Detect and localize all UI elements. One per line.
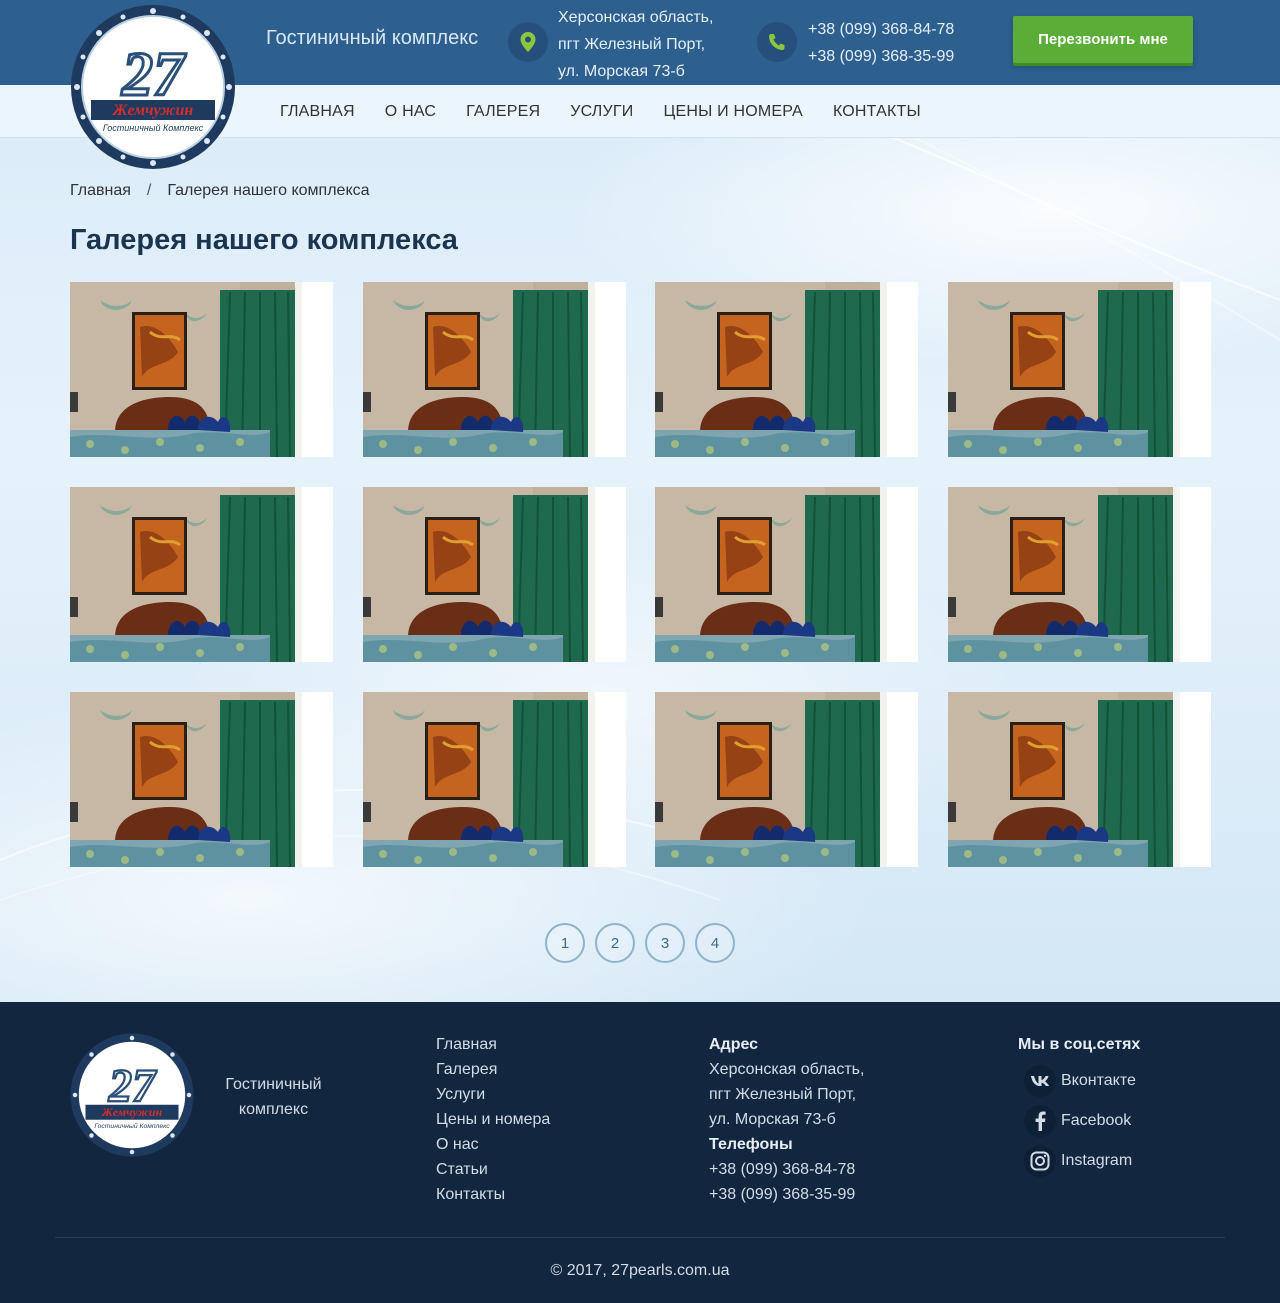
gallery-photo[interactable] — [948, 692, 1211, 867]
svg-text:Жемчужин: Жемчужин — [112, 102, 194, 119]
nav-item-about[interactable]: О НАС — [385, 103, 436, 121]
footer-logo[interactable]: 27 Жемчужин Гостиничный Комплекс — [69, 1032, 195, 1158]
nav-item-gallery[interactable]: ГАЛЕРЕЯ — [466, 103, 540, 121]
footer-contacts: Адрес Херсонская область, пгт Железный П… — [709, 1032, 864, 1207]
vk-icon — [1024, 1065, 1056, 1097]
footer-divider — [55, 1237, 1225, 1238]
footer-link-articles[interactable]: Статьи — [436, 1157, 550, 1182]
gallery-photo[interactable] — [363, 282, 626, 457]
gallery-photo[interactable] — [655, 692, 918, 867]
breadcrumb-home-link[interactable]: Главная — [70, 182, 131, 200]
header-phones: +38 (099) 368-84-78 +38 (099) 368-35-99 — [808, 16, 954, 70]
footer-link-contacts[interactable]: Контакты — [436, 1182, 550, 1207]
footer-links: Главная Галерея Услуги Цены и номера О н… — [436, 1032, 550, 1207]
location-pin-icon — [508, 22, 548, 62]
header-phone-link[interactable]: +38 (099) 368-84-78 — [808, 16, 954, 43]
footer-link-about[interactable]: О нас — [436, 1132, 550, 1157]
gallery-photo[interactable] — [70, 282, 333, 457]
header-address-line: Херсонская область, — [558, 9, 714, 26]
gallery-photo[interactable] — [948, 282, 1211, 457]
breadcrumb-separator: / — [146, 182, 152, 199]
social-label: Instagram — [1061, 1152, 1133, 1169]
breadcrumb: Главная / Галерея нашего комплекса — [70, 182, 370, 200]
footer-address-heading: Адрес — [709, 1036, 759, 1053]
header-address-line: пгт Железный Порт, — [558, 36, 706, 53]
footer-address-line: Херсонская область, — [709, 1061, 865, 1078]
page-button-4[interactable]: 4 — [695, 923, 735, 963]
facebook-icon — [1024, 1105, 1056, 1137]
footer-phones-heading: Телефоны — [709, 1136, 793, 1153]
gallery-photo[interactable] — [70, 692, 333, 867]
copyright: © 2017, 27pearls.com.ua — [550, 1262, 730, 1279]
nav-item-contacts[interactable]: КОНТАКТЫ — [833, 103, 921, 121]
page-button-3[interactable]: 3 — [645, 923, 685, 963]
main-nav: ГЛАВНАЯ О НАС ГАЛЕРЕЯ УСЛУГИ ЦЕНЫ И НОМЕ… — [280, 85, 951, 138]
social-link-facebook[interactable]: Facebook — [1018, 1105, 1140, 1137]
footer-social: Мы в соц.сетях Вконтакте Facebook Instag… — [1018, 1032, 1140, 1177]
footer-social-heading: Мы в соц.сетях — [1018, 1036, 1141, 1053]
gallery-photo[interactable] — [655, 487, 918, 662]
nav-item-prices[interactable]: ЦЕНЫ И НОМЕРА — [663, 103, 803, 121]
nav-item-services[interactable]: УСЛУГИ — [570, 103, 633, 121]
gallery-photo[interactable] — [655, 282, 918, 457]
page-button-2[interactable]: 2 — [595, 923, 635, 963]
site-logo[interactable]: 27 Жемчужин Гостиничный Комплекс — [69, 3, 237, 171]
header-phone-link[interactable]: +38 (099) 368-35-99 — [808, 43, 954, 70]
callback-button[interactable]: Перезвонить мне — [1013, 16, 1193, 63]
footer-brand-text: Гостиничный комплекс — [225, 1076, 322, 1118]
gallery-photo[interactable] — [363, 487, 626, 662]
svg-text:Гостиничный Комплекс: Гостиничный Комплекс — [103, 123, 204, 133]
gallery-photo[interactable] — [363, 692, 626, 867]
social-link-vk[interactable]: Вконтакте — [1018, 1065, 1140, 1097]
footer-link-home[interactable]: Главная — [436, 1032, 550, 1057]
footer-link-prices[interactable]: Цены и номера — [436, 1107, 550, 1132]
gallery-photo[interactable] — [948, 487, 1211, 662]
footer-link-services[interactable]: Услуги — [436, 1082, 550, 1107]
social-label: Facebook — [1061, 1112, 1132, 1129]
footer-address-line: пгт Железный Порт, — [709, 1086, 857, 1103]
footer-link-gallery[interactable]: Галерея — [436, 1057, 550, 1082]
footer-phone-link[interactable]: +38 (099) 368-35-99 — [709, 1182, 864, 1207]
footer-phone-link[interactable]: +38 (099) 368-84-78 — [709, 1157, 864, 1182]
phone-icon — [757, 22, 797, 62]
header-address: Херсонская область, пгт Железный Порт, у… — [558, 4, 713, 85]
svg-text:27: 27 — [121, 41, 187, 109]
nav-item-home[interactable]: ГЛАВНАЯ — [280, 103, 355, 121]
svg-text:Гостиничный Комплекс: Гостиничный Комплекс — [94, 1122, 170, 1130]
footer-address-line: ул. Морская 73-б — [709, 1111, 836, 1128]
page-button-1[interactable]: 1 — [545, 923, 585, 963]
social-link-instagram[interactable]: Instagram — [1018, 1145, 1140, 1177]
page-title: Галерея нашего комплекса — [70, 224, 458, 256]
svg-text:Жемчужин: Жемчужин — [101, 1105, 163, 1119]
pagination: 1 2 3 4 — [545, 923, 735, 963]
header-brand-text: Гостиничный комплекс — [266, 27, 479, 49]
breadcrumb-current: Галерея нашего комплекса — [167, 182, 370, 199]
gallery-photo[interactable] — [70, 487, 333, 662]
social-label: Вконтакте — [1061, 1072, 1136, 1089]
header-address-line: ул. Морская 73-б — [558, 63, 685, 80]
instagram-icon — [1024, 1145, 1056, 1177]
